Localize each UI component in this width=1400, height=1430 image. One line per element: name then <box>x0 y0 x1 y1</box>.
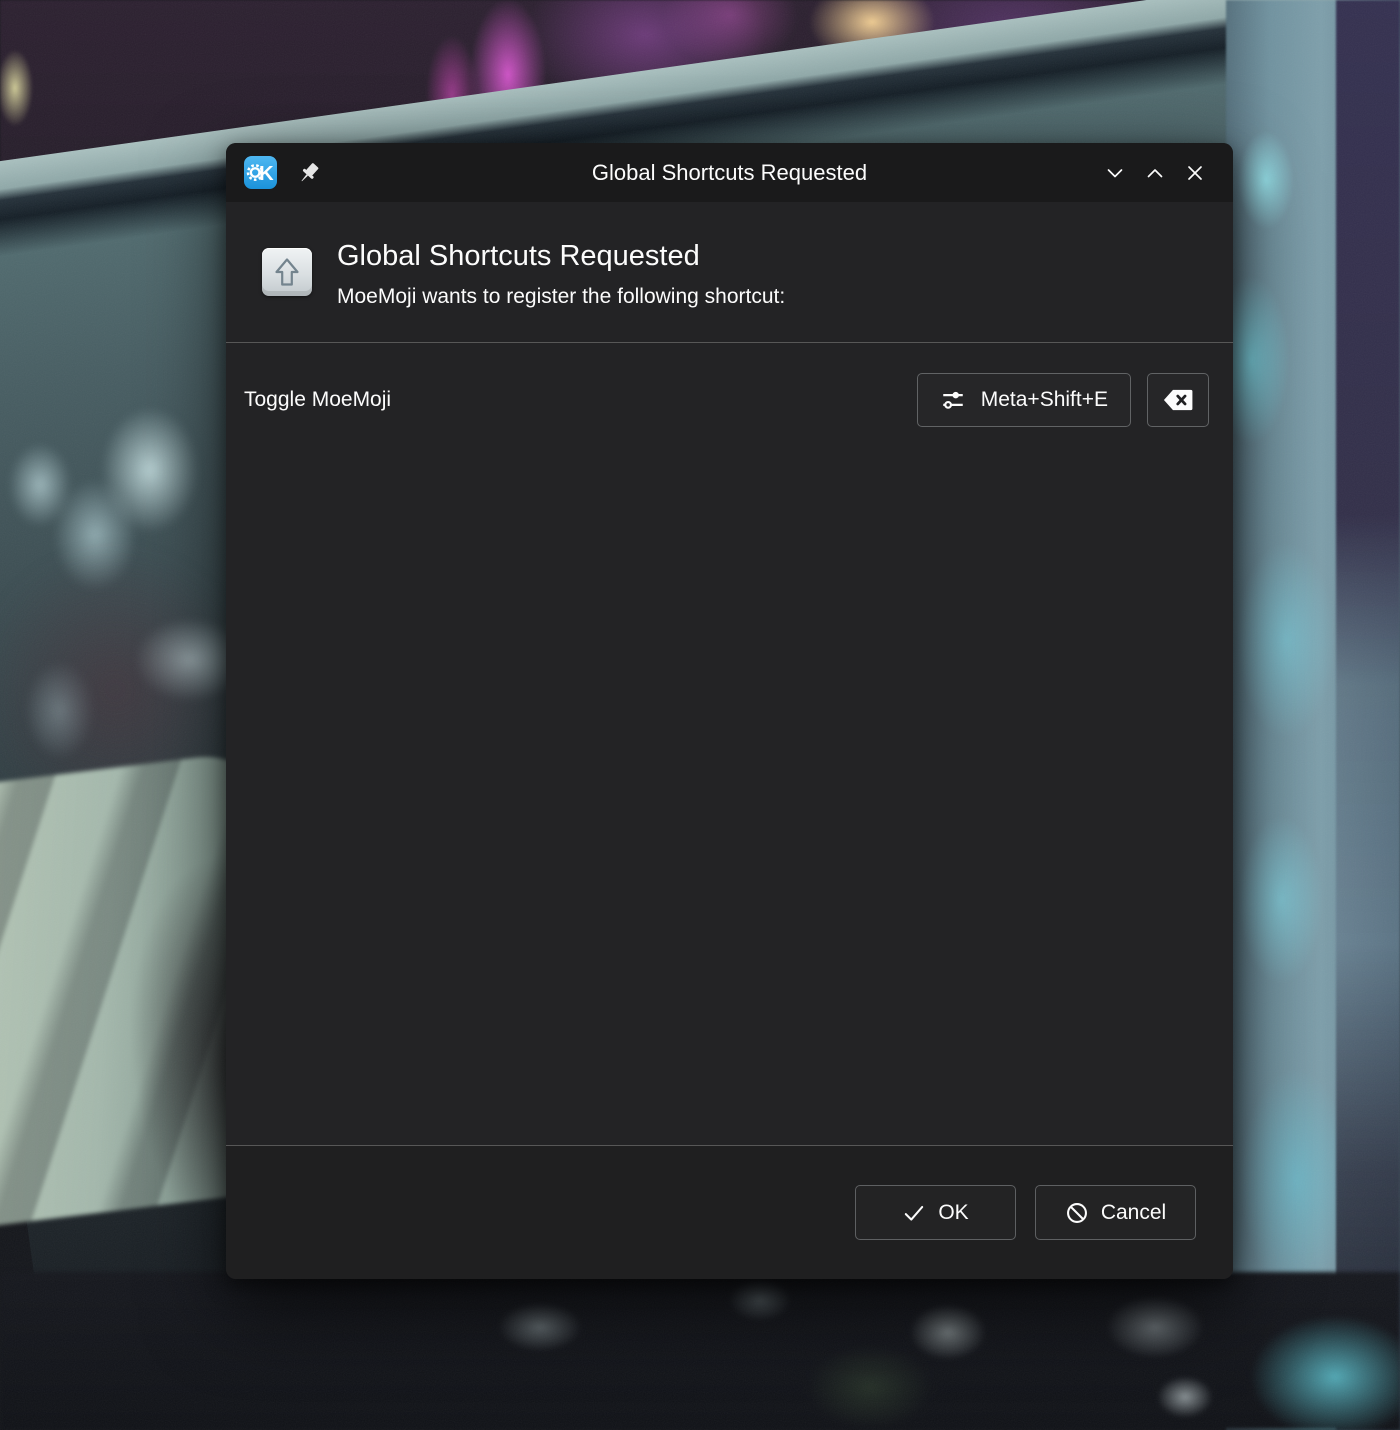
chevron-down-icon <box>1104 162 1126 184</box>
backspace-icon <box>1162 387 1194 413</box>
checkmark-icon <box>902 1201 926 1225</box>
shift-key-icon <box>262 248 312 296</box>
svg-text:K: K <box>259 163 274 185</box>
clear-shortcut-button[interactable] <box>1147 373 1209 427</box>
chevron-up-icon <box>1144 162 1166 184</box>
cancel-button[interactable]: Cancel <box>1035 1185 1196 1240</box>
window-title: Global Shortcuts Requested <box>226 160 1233 186</box>
kde-logo-icon[interactable]: K <box>244 156 277 189</box>
titlebar[interactable]: Global Shortcuts Requested K <box>226 143 1233 202</box>
dialog-window: Global Shortcuts Requested K <box>226 143 1233 1279</box>
dialog-heading: Global Shortcuts Requested <box>337 240 785 273</box>
shade-button[interactable] <box>1095 153 1135 193</box>
pin-button[interactable] <box>291 155 327 191</box>
dialog-subtitle: MoeMoji wants to register the following … <box>337 285 785 309</box>
close-icon <box>1184 162 1206 184</box>
ok-button[interactable]: OK <box>855 1185 1016 1240</box>
ok-button-label: OK <box>938 1201 968 1225</box>
shortcut-row: Toggle MoeMoji Meta+Shift+E <box>244 373 1209 427</box>
close-button[interactable] <box>1175 153 1215 193</box>
shortcut-key-label: Meta+Shift+E <box>981 388 1108 412</box>
shortcut-action-label: Toggle MoeMoji <box>244 388 391 412</box>
sliders-icon <box>940 387 966 413</box>
shortcut-key-button[interactable]: Meta+Shift+E <box>917 373 1131 427</box>
cancel-button-label: Cancel <box>1101 1201 1166 1225</box>
prohibition-icon <box>1065 1201 1089 1225</box>
background-rubble <box>0 1272 1400 1430</box>
header-text: Global Shortcuts Requested MoeMoji wants… <box>337 240 785 309</box>
dialog-footer: OK Cancel <box>226 1146 1233 1279</box>
background-dark-column <box>1336 0 1400 1430</box>
unshade-button[interactable] <box>1135 153 1175 193</box>
dialog-header: Global Shortcuts Requested MoeMoji wants… <box>226 202 1233 342</box>
pin-icon <box>296 160 322 186</box>
up-arrow-outline-icon <box>274 257 300 287</box>
dialog-content: Toggle MoeMoji Meta+Shift+E <box>226 343 1233 1145</box>
